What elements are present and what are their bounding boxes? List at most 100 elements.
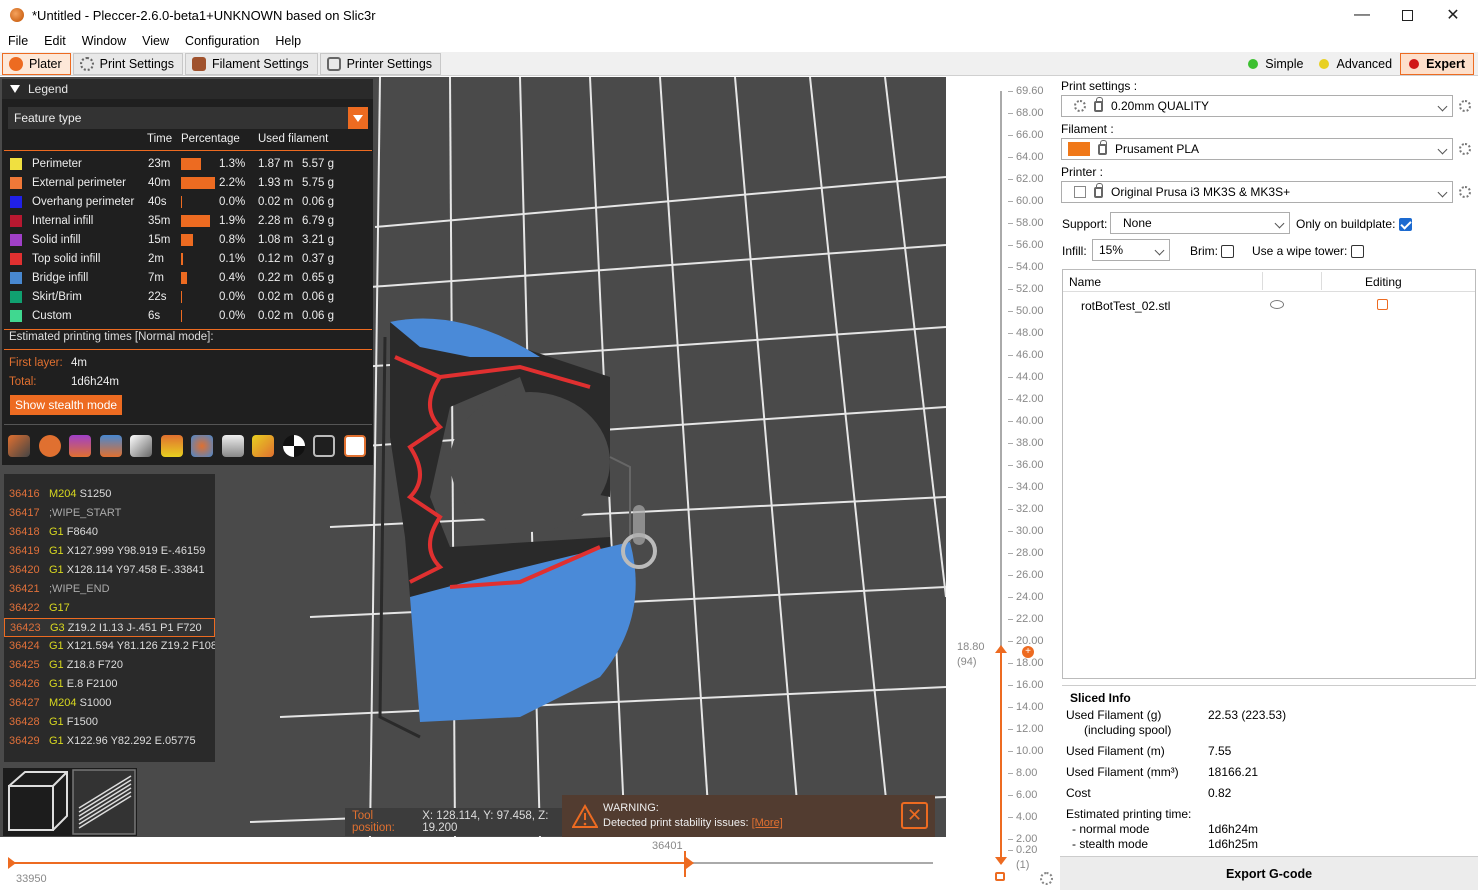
vslider-tick-label: 20.00 — [1016, 635, 1044, 647]
feature-time: 2m — [148, 253, 164, 265]
travel-icon[interactable] — [8, 435, 30, 457]
filament-combo[interactable]: Prusament PLA — [1061, 138, 1453, 160]
mode-expert[interactable]: Expert — [1400, 52, 1474, 75]
sliced-info-title: Sliced Info — [1070, 691, 1131, 705]
more-link[interactable]: [More] — [752, 817, 783, 829]
vertical-layer-slider[interactable]: + 18.80 (94) 69.60 68.00 66.00 64.00 62.00 60… — [946, 77, 1058, 890]
feature-name: Custom — [32, 310, 72, 322]
tab-print-settings[interactable]: Print Settings — [72, 52, 183, 75]
vslider-tick-label: 42.00 — [1016, 393, 1044, 405]
filament-color-swatch[interactable] — [1068, 142, 1090, 156]
simple-dot-icon — [1248, 58, 1259, 69]
sidebar: Print settings : 0.20mm QUALITY Filament… — [1060, 77, 1478, 890]
close-window-button[interactable]: ✕ — [1430, 0, 1476, 30]
unlock-icon[interactable] — [995, 872, 1005, 881]
estimated-title: Estimated printing times [Normal mode]: — [9, 331, 214, 343]
3d-view-icon[interactable] — [8, 771, 68, 831]
feature-name: Overhang perimeter — [32, 196, 135, 208]
minimize-button[interactable]: — — [1339, 0, 1385, 30]
vslider-tick-label: 40.00 — [1016, 415, 1044, 427]
view-toggle-icons — [8, 435, 374, 457]
menu-edit[interactable]: Edit — [36, 34, 74, 48]
color-changes-icon[interactable] — [191, 435, 213, 457]
tab-plater[interactable]: Plater — [2, 52, 71, 75]
maximize-button[interactable] — [1384, 0, 1430, 30]
legend-header[interactable]: Legend — [2, 79, 373, 99]
shells-icon[interactable] — [313, 435, 335, 457]
vslider-tick-label: 38.00 — [1016, 437, 1044, 449]
legend-feature-row[interactable]: Solid infill 15m 0.8% 1.08 m 3.21 g — [2, 231, 373, 250]
print-settings-combo[interactable]: 0.20mm QUALITY — [1061, 95, 1453, 117]
printer-combo[interactable]: Original Prusa i3 MK3S & MK3S+ — [1061, 181, 1453, 203]
menu-help[interactable]: Help — [267, 34, 309, 48]
menu-window[interactable]: Window — [74, 34, 134, 48]
support-combo[interactable]: None — [1110, 212, 1290, 234]
settings-gear-icon[interactable] — [1040, 872, 1053, 885]
filament-label: Filament : — [1061, 122, 1114, 136]
layers-view-icon[interactable] — [72, 769, 136, 835]
wipe-icon[interactable] — [38, 435, 61, 457]
menu-configuration[interactable]: Configuration — [177, 34, 267, 48]
slider-left-thumb-icon[interactable] — [8, 857, 16, 869]
tool-marker-icon[interactable] — [343, 435, 366, 457]
vslider-upper-thumb-icon[interactable] — [995, 645, 1007, 653]
gcode-viewer[interactable]: 36416 M204 S1250 36417 ;WIPE_START 36418 G1 F… — [4, 474, 215, 762]
mode-simple[interactable]: Simple — [1240, 53, 1311, 75]
brim-checkbox[interactable] — [1221, 245, 1235, 259]
slider-left-label: 33950 — [16, 873, 47, 885]
legend-feature-row[interactable]: Skirt/Brim 22s 0.0% 0.02 m 0.06 g — [2, 288, 373, 307]
legend-feature-row[interactable]: Internal infill 35m 1.9% 2.28 m 6.79 g — [2, 212, 373, 231]
only-on-buildplate-checkbox[interactable] — [1398, 218, 1412, 232]
object-row[interactable]: rotBotTest_02.stl — [1063, 296, 1475, 316]
export-gcode-button[interactable]: Export G-code — [1060, 856, 1478, 890]
feature-length: 0.22 m — [258, 272, 294, 284]
advanced-dot-icon — [1319, 58, 1330, 69]
object-list: Name Editing rotBotTest_02.stl — [1062, 269, 1476, 679]
feature-pct: 0.1% — [219, 253, 246, 265]
legend-feature-row[interactable]: Overhang perimeter 40s 0.0% 0.02 m 0.06 g — [2, 193, 373, 212]
vslider-tick-mark — [1008, 795, 1013, 796]
center-of-gravity-icon[interactable] — [282, 435, 305, 457]
vslider-track — [1000, 91, 1002, 651]
legend-feature-row[interactable]: Perimeter 23m 1.3% 1.87 m 5.57 g — [2, 155, 373, 174]
view-type-select[interactable]: Feature type — [8, 107, 368, 129]
chevron-down-icon — [1274, 218, 1285, 229]
menu-file[interactable]: File — [0, 34, 36, 48]
edit-icon[interactable] — [1377, 299, 1388, 310]
column-name[interactable]: Name — [1069, 275, 1101, 289]
print-settings-edit-gear-icon[interactable] — [1459, 100, 1471, 112]
feature-pct-bar — [181, 158, 201, 170]
horizontal-slider[interactable]: 36401 33950 — [0, 838, 946, 890]
legend-feature-row[interactable]: Bridge infill 7m 0.4% 0.22 m 0.65 g — [2, 269, 373, 288]
seams-icon[interactable] — [130, 435, 152, 457]
deretractions-icon[interactable] — [99, 435, 122, 457]
retractions-icon[interactable] — [69, 435, 91, 457]
eye-icon[interactable] — [1270, 300, 1284, 309]
feature-weight: 5.75 g — [302, 177, 334, 189]
pause-prints-icon[interactable] — [221, 435, 244, 457]
chevron-down-icon — [348, 107, 368, 129]
tab-printer-settings[interactable]: Printer Settings — [319, 52, 442, 75]
tool-changes-icon[interactable] — [160, 435, 183, 457]
legend-feature-row[interactable]: External perimeter 40m 2.2% 1.93 m 5.75 g — [2, 174, 373, 193]
vslider-tick-label: 8.00 — [1016, 767, 1038, 779]
filament-edit-gear-icon[interactable] — [1459, 143, 1471, 155]
mode-advanced[interactable]: Advanced — [1311, 53, 1400, 75]
legend-feature-row[interactable]: Custom 6s 0.0% 0.02 m 0.06 g — [2, 307, 373, 326]
vslider-tick-label: 26.00 — [1016, 569, 1044, 581]
legend-feature-row[interactable]: Top solid infill 2m 0.1% 0.12 m 0.37 g — [2, 250, 373, 269]
vslider-lower-thumb-icon[interactable] — [995, 857, 1007, 865]
custom-gcodes-icon[interactable] — [252, 435, 274, 457]
column-editing[interactable]: Editing — [1365, 275, 1402, 289]
menu-view[interactable]: View — [134, 34, 177, 48]
printer-edit-gear-icon[interactable] — [1459, 186, 1471, 198]
wipe-tower-checkbox[interactable] — [1350, 245, 1364, 259]
show-stealth-mode-button[interactable]: Show stealth mode — [10, 395, 123, 415]
feature-weight: 6.79 g — [302, 215, 334, 227]
vslider-tick-label: 30.00 — [1016, 525, 1044, 537]
close-warning-button[interactable]: ✕ — [901, 802, 928, 829]
vslider-tick-mark — [1008, 509, 1013, 510]
tab-filament-settings[interactable]: Filament Settings — [185, 52, 318, 75]
slider-right-thumb-icon[interactable] — [686, 857, 694, 869]
infill-combo[interactable]: 15% — [1092, 239, 1170, 261]
